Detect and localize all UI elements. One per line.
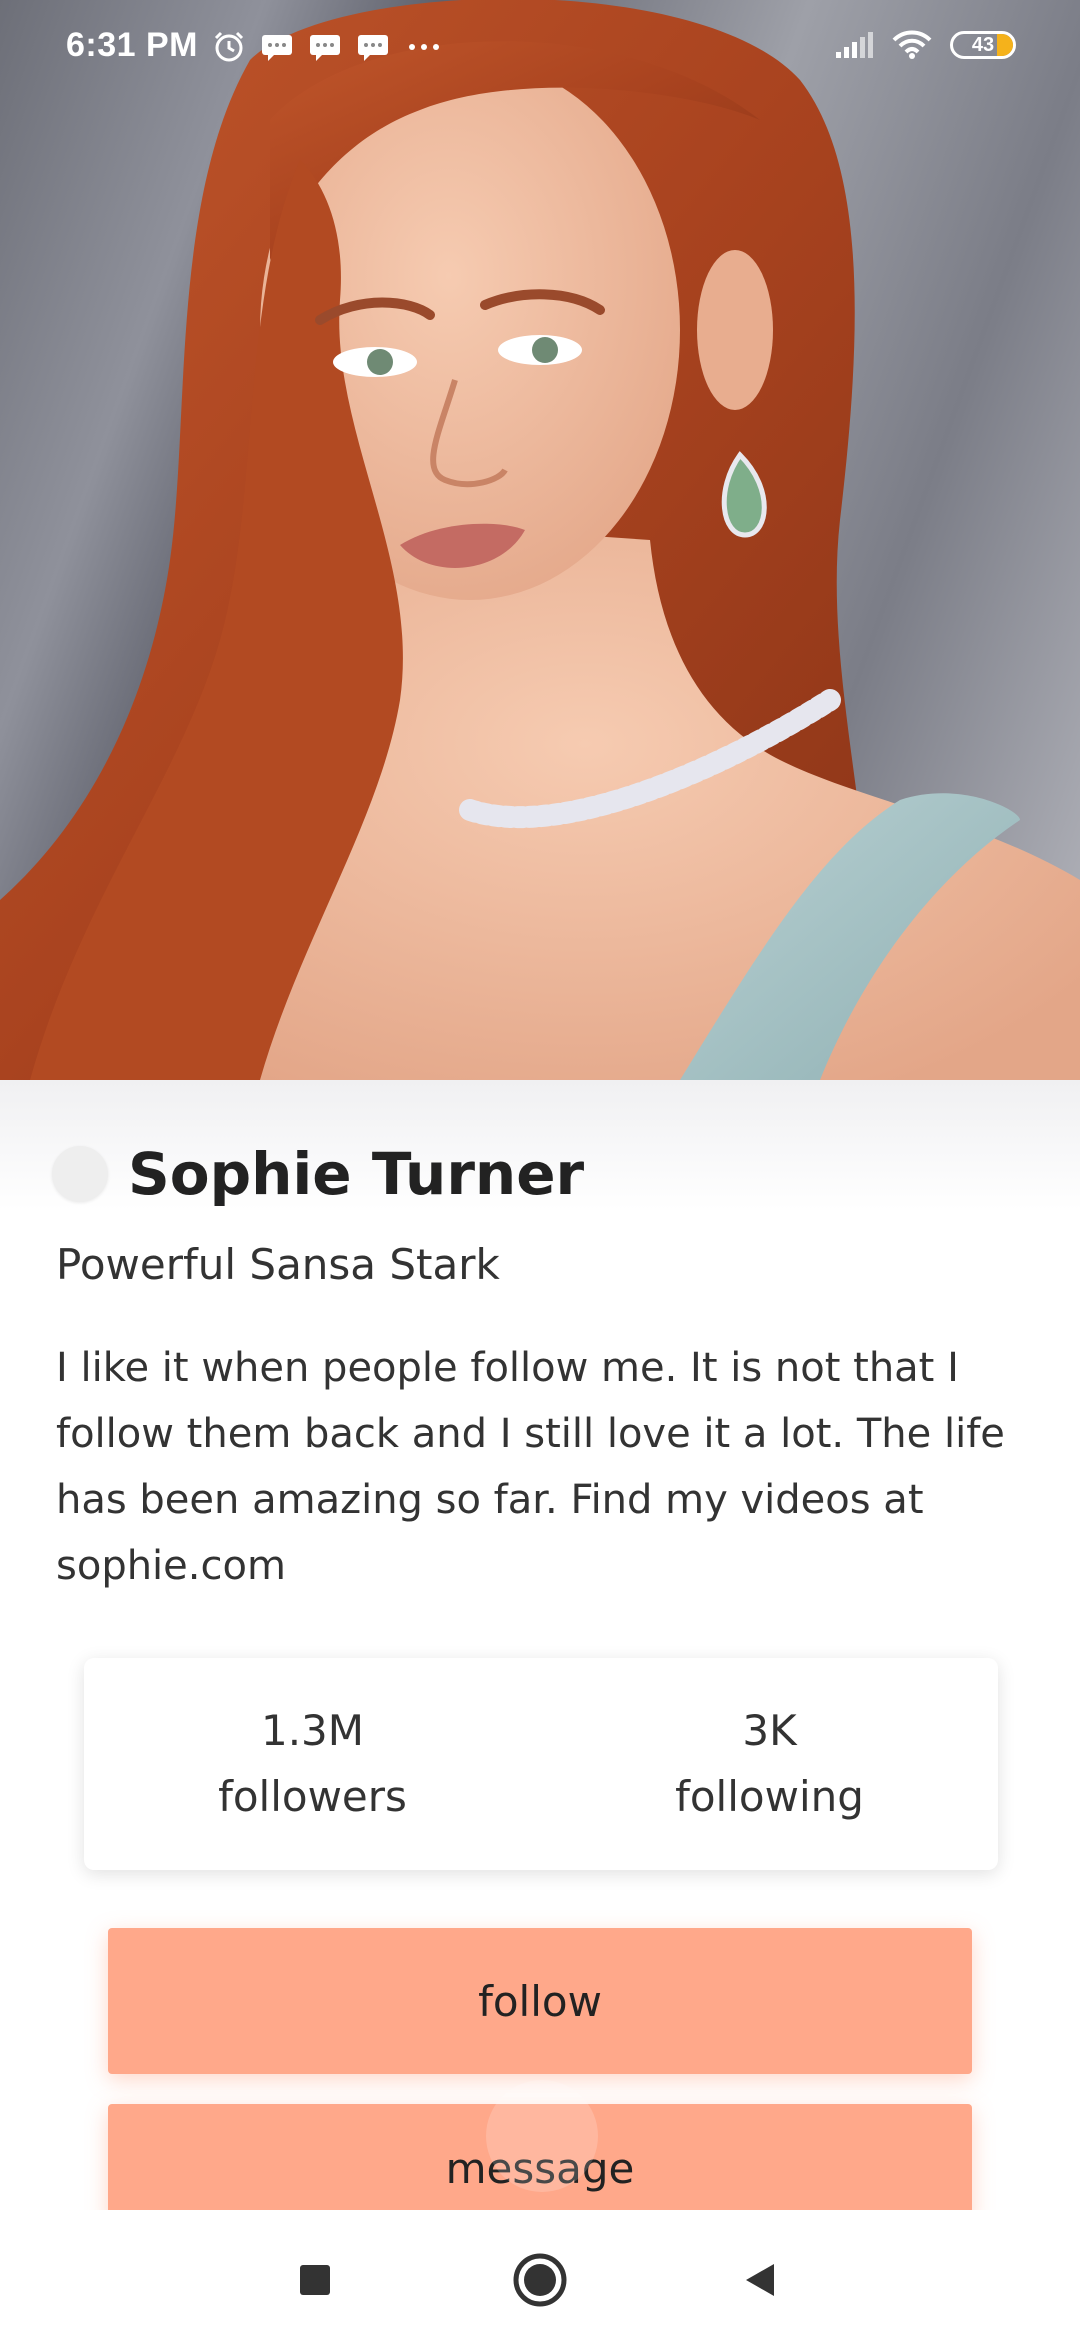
following-label: following — [675, 1772, 864, 1821]
status-time: 6:31 PM — [66, 26, 198, 64]
followers-count: 1.3M — [260, 1706, 365, 1755]
more-icon — [409, 44, 439, 50]
battery-icon: 43 — [950, 31, 1016, 59]
follow-button[interactable]: follow — [108, 1928, 972, 2074]
home-button[interactable] — [510, 2250, 570, 2310]
recents-button[interactable] — [285, 2250, 345, 2310]
battery-fill — [997, 34, 1013, 56]
following-stat[interactable]: 3K following — [541, 1658, 998, 1870]
home-icon — [513, 2253, 567, 2307]
back-button[interactable] — [730, 2250, 790, 2310]
signal-icon — [836, 32, 873, 58]
message-icon — [358, 35, 388, 61]
navigation-bar — [0, 2210, 1080, 2340]
profile-photo — [0, 0, 1080, 1080]
profile-name: Sophie Turner — [128, 1140, 585, 1208]
name-row: Sophie Turner — [52, 1140, 584, 1208]
recents-icon — [300, 2265, 330, 2295]
message-icon — [262, 35, 292, 61]
profile-bio: I like it when people follow me. It is n… — [56, 1345, 1005, 1589]
profile-subtitle: Powerful Sansa Stark — [56, 1240, 500, 1289]
stats-card: 1.3M followers 3K following — [84, 1658, 998, 1870]
following-count: 3K — [742, 1706, 797, 1755]
touch-ripple — [486, 2080, 598, 2192]
alarm-icon — [214, 31, 244, 62]
profile-screen: 6:31 PM 43 Sophie Turner Powerful Sansa … — [0, 0, 1080, 2340]
followers-label: followers — [218, 1772, 407, 1821]
system-icons: 43 — [834, 30, 1016, 60]
profile-content: Sophie Turner Powerful Sansa Stark I lik… — [0, 1080, 1080, 2224]
message-icon — [310, 35, 340, 61]
notification-icons — [212, 30, 444, 64]
wifi-icon — [892, 30, 932, 59]
battery-level: 43 — [971, 34, 995, 56]
back-icon — [746, 2264, 774, 2296]
status-bar: 6:31 PM 43 — [0, 0, 1080, 100]
profile-photo-illustration — [0, 0, 1080, 1080]
avatar — [52, 1146, 108, 1202]
followers-stat[interactable]: 1.3M followers — [84, 1658, 541, 1870]
